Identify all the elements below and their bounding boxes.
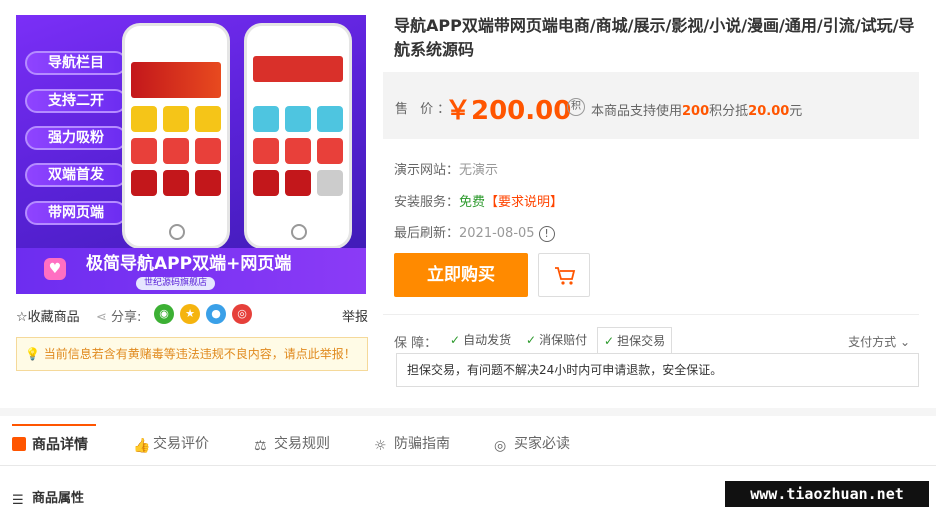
install-requirements-link[interactable]: 【要求说明】 xyxy=(485,195,563,210)
tab-anti-fraud[interactable]: ☼ 防骗指南 xyxy=(374,424,450,466)
section-separator xyxy=(0,408,936,416)
document-icon xyxy=(12,437,26,451)
product-image[interactable]: 导航栏目 支持二开 强力吸粉 双端首发 带网页端 ♥ 极简导航APP双端+网页端… xyxy=(16,15,366,294)
install-row: 安装服务：免费【要求说明】 xyxy=(394,195,564,210)
product-title: 导航APP双端带网页端电商/商城/展示/影视/小说/漫画/通用/引流/试玩/导航… xyxy=(394,16,915,59)
guarantee-tab-auto-delivery[interactable]: ✓ 自动发货 xyxy=(444,327,517,354)
feature-pill: 导航栏目 xyxy=(25,51,127,75)
qzone-icon[interactable]: ★ xyxy=(180,304,200,324)
tab-reviews[interactable]: 👍 交易评价 xyxy=(133,424,209,466)
wechat-icon[interactable]: ◉ xyxy=(154,304,174,324)
check-icon: ✓ xyxy=(450,333,461,347)
attributes-heading: ☰ 商品属性 xyxy=(12,491,85,508)
cart-icon xyxy=(555,267,576,285)
hero-title: 极简导航APP双端+网页端 xyxy=(86,254,292,274)
detail-tabs: 商品详情 👍 交易评价 ⚖ 交易规则 ☼ 防骗指南 ◎ 买家必读 xyxy=(0,424,936,466)
price-box: 售 价： ￥200.00 积 本商品支持使用200积分抵20.00元 xyxy=(383,72,919,139)
guarantee-tab-escrow[interactable]: ✓ 担保交易 xyxy=(597,327,673,354)
lightbulb-icon: 💡 xyxy=(25,347,40,361)
watermark: www.tiaozhuan.net xyxy=(725,481,929,507)
share-label: ⋖ 分享: xyxy=(96,310,142,325)
scale-icon: ⚖ xyxy=(254,438,267,454)
image-actions: ☆收藏商品 ⋖ 分享: ◉ ★ ● ◎ 举报 xyxy=(16,304,368,326)
phone-mockup-right xyxy=(244,23,352,249)
price-value: ￥200.00 xyxy=(445,96,572,126)
guarantee-tab-compensation[interactable]: ✓ 消保赔付 xyxy=(520,327,593,354)
buy-now-button[interactable]: 立即购买 xyxy=(394,253,528,297)
add-to-cart-button[interactable] xyxy=(538,253,590,297)
favorite-button[interactable]: ☆收藏商品 xyxy=(16,306,80,325)
tab-product-details[interactable]: 商品详情 xyxy=(12,424,96,466)
demo-row: 演示网站：无演示 xyxy=(394,163,499,178)
payment-method-dropdown[interactable]: 支付方式 ⌄ xyxy=(848,333,910,350)
info-icon[interactable]: ! xyxy=(538,225,555,242)
tab-trade-rules[interactable]: ⚖ 交易规则 xyxy=(254,424,330,466)
chevron-down-icon: ⌄ xyxy=(899,335,910,349)
target-icon: ◎ xyxy=(494,438,507,454)
thumbs-up-icon: 👍 xyxy=(133,438,151,454)
feature-pill: 带网页端 xyxy=(25,201,127,225)
guarantee-label: 保 障： xyxy=(394,336,438,351)
guarantee-description: 担保交易，有问题不解决24小时内可申请退款，安全保证。 xyxy=(396,353,919,387)
check-icon: ✓ xyxy=(604,334,615,348)
qq-icon[interactable]: ● xyxy=(206,304,226,324)
hero-store-name: 世纪源码旗舰店 xyxy=(136,277,216,290)
report-warning[interactable]: 💡 当前信息若含有黄赌毒等违法违规不良内容，请点此举报！ xyxy=(16,337,368,371)
points-info: 本商品支持使用200积分抵20.00元 xyxy=(591,104,803,119)
tab-buyer-notes[interactable]: ◎ 买家必读 xyxy=(494,424,570,466)
check-icon: ✓ xyxy=(526,333,537,347)
report-link[interactable]: 举报 xyxy=(342,306,368,325)
share-icon: ⋖ xyxy=(96,310,107,325)
feature-pill: 强力吸粉 xyxy=(25,126,127,150)
heart-icon: ♥ xyxy=(44,258,66,280)
weibo-icon[interactable]: ◎ xyxy=(232,304,252,324)
phone-mockup-left xyxy=(122,23,230,249)
points-icon: 积 xyxy=(567,98,585,116)
refresh-row: 最后刷新：2021-08-05! xyxy=(394,222,555,242)
feature-pill: 双端首发 xyxy=(25,163,127,187)
bulb-icon: ☼ xyxy=(374,438,387,454)
feature-pill: 支持二开 xyxy=(25,89,127,113)
search-list-icon: ☰ xyxy=(12,493,24,508)
divider xyxy=(383,314,919,315)
